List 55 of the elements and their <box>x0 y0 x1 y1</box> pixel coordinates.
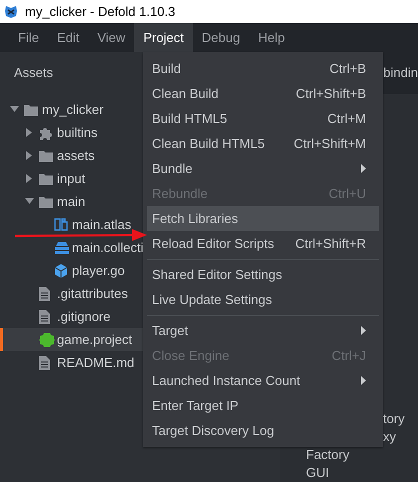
menu-bar-item[interactable]: View <box>88 23 134 52</box>
menu-item[interactable]: Enter Target IP <box>147 393 379 418</box>
app-logo-icon <box>3 4 19 20</box>
menu-item[interactable]: Launched Instance Count <box>147 368 379 393</box>
menu-bar-item[interactable]: Edit <box>48 23 88 52</box>
menu-item[interactable]: Shared Editor Settings <box>147 262 379 287</box>
document-icon <box>39 310 50 324</box>
grid-icon <box>54 218 68 231</box>
tree-item-label: assets <box>57 146 95 165</box>
list-item-label: GUI <box>306 464 330 482</box>
caret-right-icon[interactable] <box>25 128 34 137</box>
panel-title: Assets <box>14 64 54 82</box>
menu-item[interactable]: Live Update Settings <box>147 287 379 312</box>
tree-item-label: .gitattributes <box>57 284 128 303</box>
menu-item[interactable]: Target Discovery Log <box>147 418 379 443</box>
tree-item-label: player.go <box>72 262 125 280</box>
menu-item[interactable]: Build HTML5 Ctrl+M <box>147 106 379 131</box>
menu-item[interactable]: Fetch Libraries <box>147 206 379 231</box>
folder-icon <box>39 196 53 208</box>
tree-item-label: README.md <box>57 354 134 372</box>
folder-icon <box>39 150 53 162</box>
tree-item-label: main.collecti <box>72 238 144 257</box>
tree-item-label: builtins <box>57 124 98 142</box>
puzzle-piece-icon <box>39 126 53 140</box>
menu-item[interactable]: Bundle <box>147 156 379 181</box>
tree-item-label: my_clicker <box>42 100 104 119</box>
window-title: my_clicker - Defold 1.10.3 <box>25 2 176 21</box>
menu-bar-item[interactable]: Project <box>134 23 193 52</box>
tab-label[interactable]: bindin <box>383 63 418 83</box>
tree-item-label: game.project <box>57 330 132 349</box>
gear-icon <box>39 332 55 346</box>
tree-item-label: main.atlas <box>72 216 132 234</box>
menu-item[interactable]: Clean Build Ctrl+Shift+B <box>147 81 379 106</box>
tree-item-label: .gitignore <box>57 308 110 326</box>
document-icon <box>39 286 50 300</box>
folder-icon <box>24 104 38 116</box>
list-item-label: tory <box>383 410 405 428</box>
caret-right-icon[interactable] <box>25 174 34 183</box>
folder-icon <box>39 172 53 184</box>
menu-item[interactable]: Build Ctrl+B <box>147 56 379 81</box>
tree-item-label: input <box>57 170 86 188</box>
menu-item[interactable]: Reload Editor Scripts Ctrl+Shift+R <box>147 231 379 256</box>
caret-down-icon[interactable] <box>25 197 34 206</box>
list-item-label: Factory <box>306 446 350 464</box>
menu-bar-item[interactable]: Help <box>249 23 294 52</box>
cube-icon <box>54 264 68 278</box>
menu-bar-item[interactable]: File <box>9 23 48 52</box>
tree-item-label: main <box>57 192 86 211</box>
menu-bar-item[interactable]: Debug <box>192 23 250 52</box>
document-icon <box>39 356 50 370</box>
caret-right-icon[interactable] <box>25 151 34 160</box>
caret-down-icon[interactable] <box>10 105 19 114</box>
menu-item[interactable]: Clean Build HTML5 Ctrl+Shift+M <box>147 131 379 156</box>
list-item-label: xy <box>383 428 396 446</box>
stack-icon <box>54 241 70 254</box>
